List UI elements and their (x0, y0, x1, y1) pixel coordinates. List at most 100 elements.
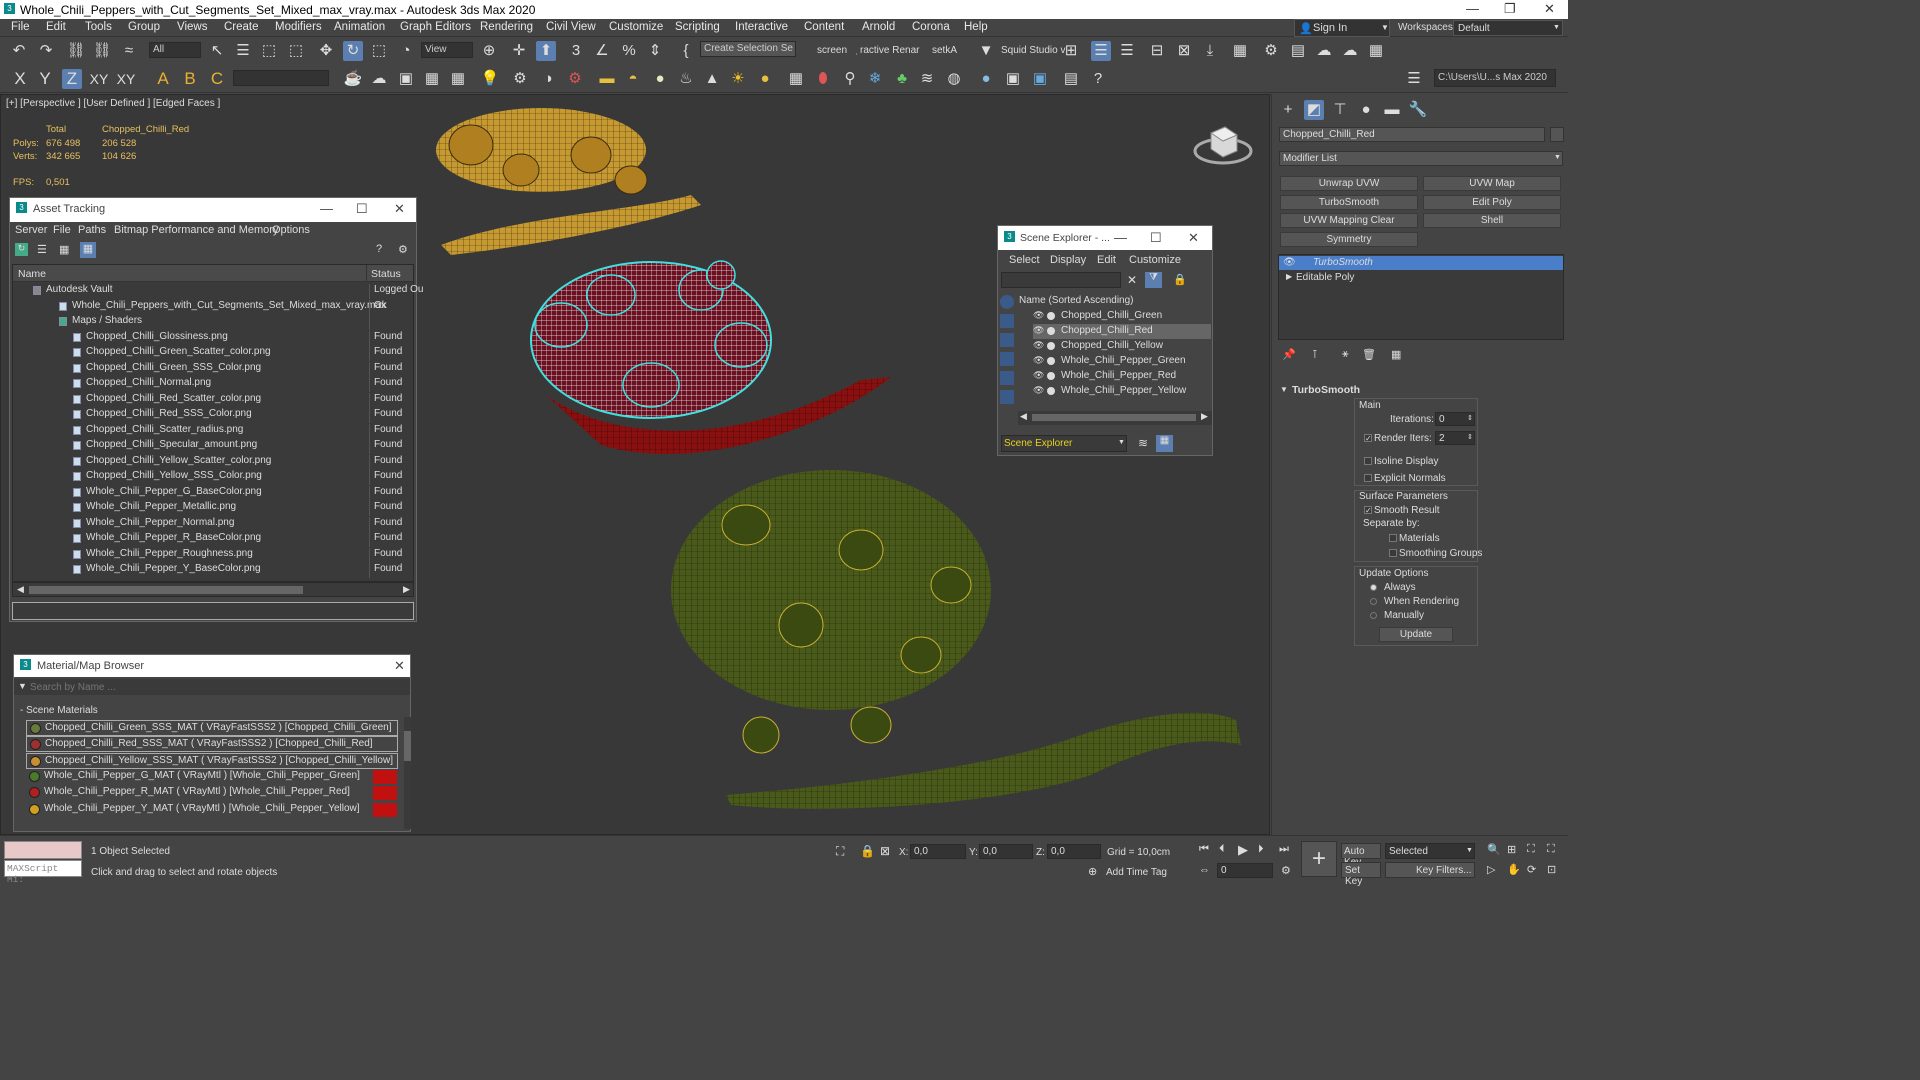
list-item[interactable]: Whole_Chili_Pepper_G_MAT ( VRayMtl ) [Wh… (26, 769, 397, 785)
material-vscrollbar[interactable] (404, 717, 411, 829)
brush-c-button[interactable]: C (207, 69, 227, 89)
close-icon[interactable]: ✕ (1188, 230, 1199, 246)
always-radio[interactable] (1370, 582, 1380, 593)
render-cloud-icon[interactable]: ☁ (1314, 41, 1334, 61)
asset-tracking-titlebar[interactable]: 3 Asset Tracking — ☐ ✕ (10, 198, 416, 222)
z-coord-field[interactable]: 0,0 (1047, 844, 1101, 859)
make-unique-icon[interactable]: ⚹ (1342, 348, 1349, 361)
schematic-view-icon[interactable]: ⊠ (1174, 41, 1194, 61)
table-row[interactable]: Whole_Chili_Pepper_Metallic.png Found (13, 500, 414, 516)
axis-z-button[interactable]: Z (62, 69, 82, 89)
link-icon[interactable]: ⛓ (66, 41, 86, 61)
eye-icon[interactable]: 👁 (1033, 355, 1044, 366)
time-tag-icon[interactable]: ⊕ (1088, 865, 1097, 878)
column-status-header[interactable]: Status (366, 265, 401, 282)
isolate-selection-icon[interactable]: ⛶ (836, 844, 844, 859)
next-frame-icon[interactable]: ⏵ (1258, 843, 1264, 856)
vray-render-icon[interactable]: ▣ (1030, 69, 1050, 89)
chevron-down-icon[interactable]: ▼ (18, 681, 27, 691)
edit-poly-button[interactable]: Edit Poly (1423, 195, 1561, 210)
scroll-thumb[interactable] (404, 731, 411, 761)
goto-end-icon[interactable]: ⏭ (1279, 843, 1289, 856)
turbosmooth-rollout-header[interactable]: ▼ TurboSmooth (1278, 384, 1564, 398)
vray-tools-icon[interactable]: ▤ (1061, 69, 1081, 89)
vray-proxy-icon[interactable]: ⬮ (813, 69, 833, 89)
asset-menu-options[interactable]: Options (272, 224, 310, 236)
eye-icon[interactable]: 👁 (1033, 310, 1044, 321)
maximize-icon[interactable]: ☐ (1150, 230, 1162, 246)
list-item[interactable]: Whole_Chili_Pepper_R_MAT ( VRayMtl ) [Wh… (26, 785, 397, 801)
project-path-dropdown[interactable]: C:\Users\U...s Max 2020 (1434, 69, 1556, 87)
list-item[interactable]: Chopped_Chilli_Green_SSS_MAT ( VRayFastS… (26, 720, 398, 736)
uvw-map-button[interactable]: UVW Map (1423, 176, 1561, 191)
render-production-icon[interactable]: ▤ (1288, 41, 1308, 61)
edit-named-sel-icon[interactable]: { (676, 41, 696, 61)
select-object-icon[interactable]: ↖ (207, 41, 227, 61)
y-coord-field[interactable]: 0,0 (979, 844, 1033, 859)
table-row[interactable]: Chopped_Chilli_Glossiness.png Found (13, 330, 414, 346)
display-lights-icon[interactable] (1000, 333, 1014, 347)
freeze-icon[interactable] (1047, 372, 1055, 380)
remove-modifier-icon[interactable]: 🗑 (1362, 348, 1376, 361)
spinner-icon[interactable]: ⇕ (1467, 433, 1473, 441)
pin-stack-icon[interactable]: 📌 (1282, 348, 1296, 361)
table-row[interactable]: Chopped_Chilli_Yellow_SSS_Color.png Found (13, 469, 414, 485)
material-editor-icon[interactable]: ⤓ (1200, 41, 1220, 61)
list-item[interactable]: Chopped_Chilli_Yellow_SSS_MAT ( VRayFast… (26, 752, 398, 769)
unwrap-uvw-button[interactable]: Unwrap UVW (1280, 176, 1418, 191)
brush-a-button[interactable]: A (153, 69, 173, 89)
set-key-button[interactable]: Set Key (1341, 862, 1381, 887)
asset-table-hscrollbar[interactable]: ◀ ▶ (12, 582, 414, 597)
explorer-hscrollbar[interactable]: ◀ ▶ (1018, 411, 1212, 425)
vray-light-icon[interactable]: ● (755, 69, 775, 89)
scale-icon[interactable]: ⬚ (369, 41, 389, 61)
tree-view-icon[interactable]: ▦ (59, 243, 72, 256)
vray-mesh-icon[interactable]: ⚲ (840, 69, 860, 89)
create-selection-set-dropdown[interactable]: Create Selection Se (700, 41, 796, 57)
scroll-thumb[interactable] (29, 586, 303, 594)
menu-animation[interactable]: Animation (334, 21, 385, 33)
table-row[interactable]: Chopped_Chilli_Green_Scatter_color.png Fo… (13, 345, 414, 361)
table-row[interactable]: Whole_Chili_Pepper_Y_BaseColor.png Found (13, 562, 414, 578)
explorer-search-input[interactable] (1001, 272, 1121, 288)
explorer-type-dropdown[interactable]: Scene Explorer ▼ (1001, 435, 1127, 452)
key-mode-icon[interactable]: ⇔ (1199, 864, 1210, 876)
rect-selection-icon[interactable]: ⬚ (259, 41, 279, 61)
table-row[interactable]: Chopped_Chilli_Normal.png Found (13, 376, 414, 392)
auto-key-button[interactable]: Auto Key (1341, 843, 1381, 868)
table-row[interactable]: Whole_Chili_Peppers_with_Cut_Segments_Se… (13, 299, 414, 315)
explorer-column-header[interactable]: Name (Sorted Ascending) (1019, 295, 1134, 306)
show-end-result-icon[interactable]: ⊺ (1312, 348, 1318, 361)
minimize-icon[interactable]: — (1466, 1, 1479, 16)
scroll-left-icon[interactable]: ◀ (17, 584, 24, 595)
vray-fur-icon[interactable]: ▦ (786, 69, 806, 89)
menu-file[interactable]: File (11, 21, 30, 33)
eye-icon[interactable]: 👁 (1283, 257, 1296, 268)
light-bulb-icon[interactable]: 💡 (480, 69, 500, 89)
vray-decal-icon[interactable]: ◍ (944, 69, 964, 89)
image-icon[interactable]: ▣ (396, 69, 416, 89)
iterations-spinner[interactable]: 0 ⇕ (1435, 412, 1475, 426)
maximize-viewport-icon[interactable]: ⊡ (1547, 863, 1556, 876)
material-browser-titlebar[interactable]: 3 Material/Map Browser ✕ (14, 655, 410, 677)
table-row[interactable]: Whole_Chili_Pepper_Roughness.png Found (13, 547, 414, 563)
display-tab-icon[interactable]: ▬ (1382, 100, 1402, 120)
menu-edit[interactable]: Edit (46, 21, 66, 33)
modify-tab-icon[interactable]: ◩ (1304, 100, 1324, 120)
key-mode-dropdown[interactable]: Selected ▼ (1385, 843, 1475, 859)
project-folder-icon[interactable]: ☰ (1404, 69, 1424, 89)
named-selection-dropdown[interactable] (233, 70, 329, 86)
table-row[interactable]: Autodesk Vault Logged Ou (13, 283, 424, 299)
vray-sphere-fade-icon[interactable]: ● (976, 69, 996, 89)
list-item[interactable]: Chopped_Chilli_Red_SSS_MAT ( VRayFastSSS… (26, 736, 398, 753)
interactive-render-label[interactable]: ̣ractive Renar (860, 45, 919, 56)
pan-icon[interactable]: ✋ (1507, 863, 1521, 876)
menu-modifiers[interactable]: Modifiers (275, 21, 322, 33)
zoom-extents-all-icon[interactable]: ⛶ (1547, 843, 1555, 856)
vray-icon-1[interactable]: ⚙ (510, 69, 530, 89)
stack-item-turbosmooth[interactable]: 👁 TurboSmooth (1279, 256, 1563, 270)
bind-spacewarp-icon[interactable]: ≈ (119, 41, 139, 61)
scene-explorer-titlebar[interactable]: 3 Scene Explorer - ... — ☐ ✕ (998, 226, 1212, 250)
menu-create[interactable]: Create (224, 21, 259, 33)
list-item[interactable]: 👁 Whole_Chili_Pepper_Yellow (1033, 384, 1211, 399)
